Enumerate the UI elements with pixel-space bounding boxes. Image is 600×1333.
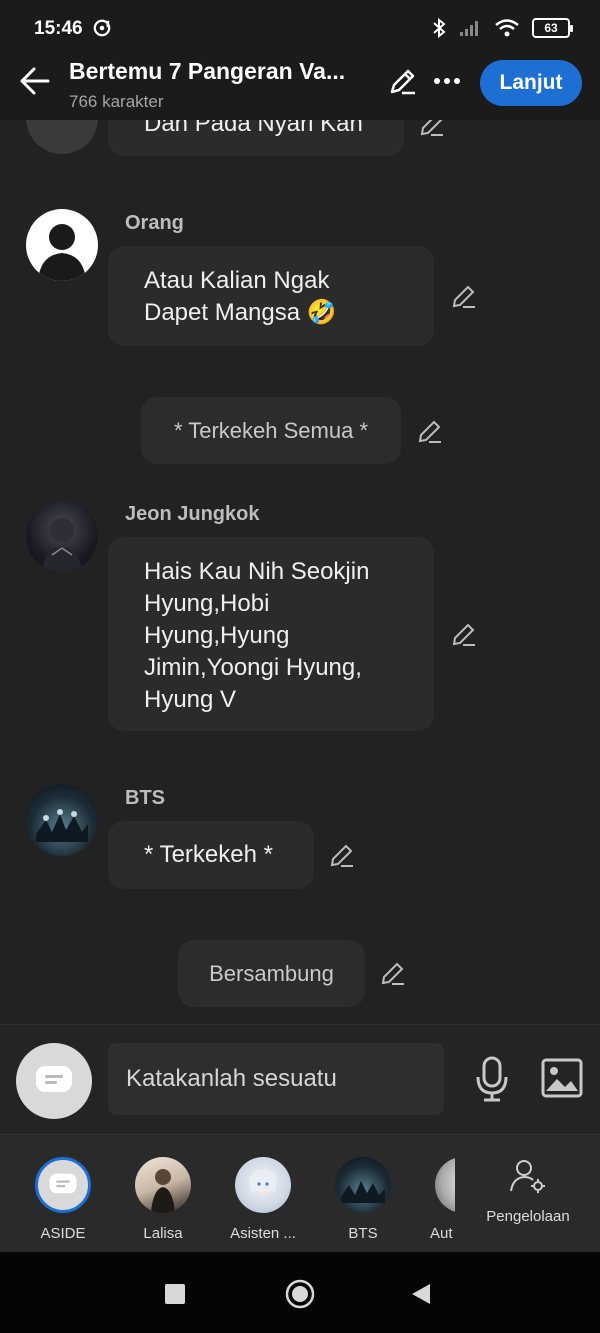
signal-icon: [460, 21, 478, 36]
pencil-icon[interactable]: [418, 120, 446, 138]
sender-name: BTS: [125, 787, 165, 809]
chat-bubble-icon: [35, 1157, 91, 1213]
avatar[interactable]: [26, 120, 98, 154]
message-bubble: Hais Kau Nih Seokjin Hyung,Hobi Hyung,Hy…: [108, 537, 434, 731]
message-text: Dan Pada Nyari Kan: [144, 120, 363, 137]
battery-level: 63: [544, 21, 558, 35]
message-composer: [0, 1024, 600, 1134]
chat-area[interactable]: Dan Pada Nyari Kan Orang Atau Kalian Nga…: [0, 120, 600, 1024]
microphone-icon[interactable]: [470, 1055, 514, 1103]
message-input[interactable]: [108, 1043, 444, 1115]
message-text: Atau Kalian Ngak Dapet Mangsa 🤣: [144, 267, 337, 326]
character-label: Lalisa: [143, 1225, 183, 1242]
character-lalisa[interactable]: Lalisa: [123, 1157, 203, 1242]
status-bar: 15:46 63: [0, 0, 600, 58]
pencil-icon[interactable]: [450, 620, 478, 648]
battery-indicator: 63: [532, 18, 573, 38]
status-time: 15:46: [34, 18, 83, 39]
character-count: 766 karakter: [69, 92, 164, 111]
home-icon[interactable]: [284, 1278, 316, 1310]
narration-text: * Terkekeh Semua *: [173, 417, 369, 443]
avatar-bts[interactable]: [26, 784, 98, 856]
manage-label: Pengelolaan: [486, 1208, 570, 1225]
wifi-icon: [495, 19, 519, 37]
narration-bubble: Bersambung: [178, 940, 365, 1007]
user-gear-icon: [510, 1160, 545, 1193]
aside-toggle-button[interactable]: [16, 1043, 92, 1119]
character-label: BTS: [348, 1225, 378, 1242]
back-nav-icon[interactable]: [410, 1282, 432, 1306]
character-aside[interactable]: ASIDE: [23, 1157, 103, 1242]
narration-bubble: * Terkekeh Semua *: [141, 397, 401, 464]
recents-icon[interactable]: [165, 1284, 185, 1304]
chat-bubble-icon: [36, 1066, 72, 1092]
avatar: [335, 1157, 391, 1213]
avatar: [135, 1157, 191, 1213]
character-label: Aut: [430, 1225, 453, 1242]
character-bts[interactable]: BTS: [323, 1157, 403, 1242]
sender-name: Jeon Jungkok: [125, 503, 260, 525]
arrow-left-icon[interactable]: [18, 64, 52, 98]
character-label: Asisten ...: [230, 1225, 296, 1242]
story-title: Bertemu 7 Pangeran Va...: [69, 58, 346, 84]
manage-characters-button[interactable]: Pengelolaan: [480, 1157, 576, 1225]
pencil-icon[interactable]: [388, 66, 418, 96]
avatar: [235, 1157, 291, 1213]
message-bubble: Dan Pada Nyari Kan: [108, 120, 404, 156]
pencil-icon[interactable]: [379, 959, 407, 987]
media-disc-icon: [93, 19, 111, 37]
system-nav-bar: [0, 1252, 600, 1333]
more-dots-icon[interactable]: [432, 66, 462, 96]
pencil-icon[interactable]: [328, 841, 356, 869]
avatar-jeon-jungkok[interactable]: [26, 500, 98, 572]
character-label: ASIDE: [40, 1225, 86, 1242]
message-bubble: * Terkekeh *: [108, 821, 314, 889]
chat-header: Bertemu 7 Pangeran Va... 766 karakter La…: [0, 58, 600, 120]
character-asisten[interactable]: Asisten ...: [223, 1157, 303, 1242]
bluetooth-icon: [433, 18, 446, 38]
sender-name: Orang: [125, 212, 184, 234]
image-icon[interactable]: [540, 1057, 584, 1099]
avatar-orang[interactable]: [26, 209, 98, 281]
avatar: [435, 1157, 455, 1213]
message-bubble: Atau Kalian Ngak Dapet Mangsa 🤣: [108, 246, 434, 346]
pencil-icon[interactable]: [450, 282, 478, 310]
character-aut[interactable]: Aut: [423, 1157, 455, 1242]
pencil-icon[interactable]: [416, 417, 444, 445]
message-text: Hais Kau Nih Seokjin Hyung,Hobi Hyung,Hy…: [144, 558, 370, 713]
continue-button[interactable]: Lanjut: [480, 60, 582, 106]
message-text: * Terkekeh *: [144, 841, 273, 868]
character-selector: ASIDE Lalisa Asisten ... BTS Aut Pengelo…: [0, 1134, 600, 1252]
narration-text: Bersambung: [209, 960, 334, 986]
